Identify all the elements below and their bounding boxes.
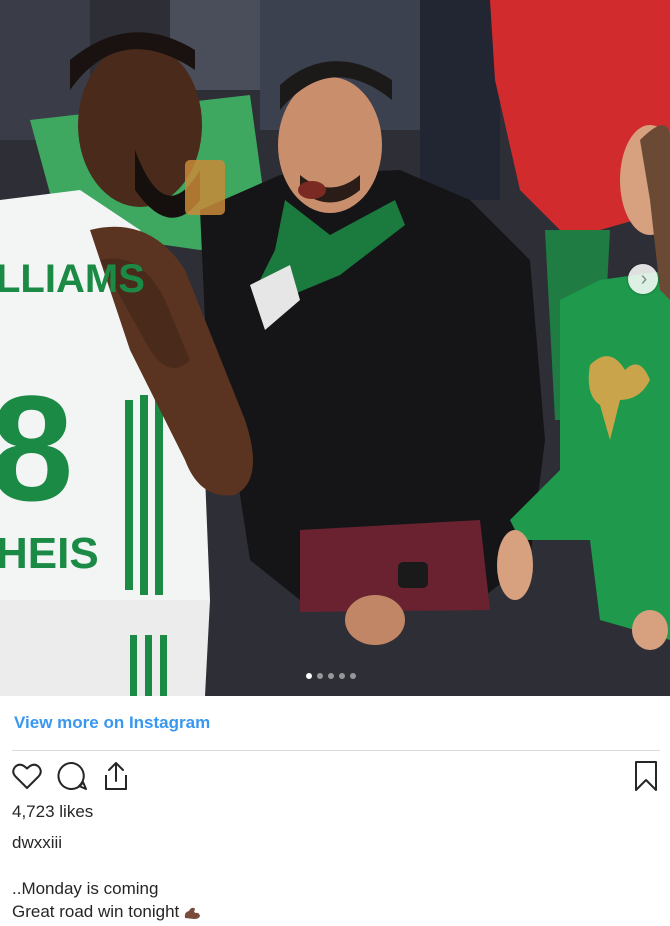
carousel-dot-5 bbox=[350, 673, 356, 679]
likes-count[interactable]: 4,723 likes bbox=[12, 802, 93, 822]
carousel-dot-2 bbox=[317, 673, 323, 679]
carousel-dot-1 bbox=[306, 673, 312, 679]
comment-button[interactable] bbox=[56, 760, 88, 792]
flexed-biceps-emoji-icon bbox=[185, 907, 201, 919]
post-photo[interactable]: LLIAMS 8 HEIS › bbox=[0, 0, 670, 696]
comment-bubble-icon bbox=[57, 761, 87, 790]
post-caption: ..Monday is coming Great road win tonigh… bbox=[12, 877, 201, 923]
carousel-next-button[interactable]: › bbox=[628, 264, 658, 294]
chevron-right-icon: › bbox=[640, 268, 648, 290]
heart-icon bbox=[12, 763, 42, 789]
jersey-name-top: LLIAMS bbox=[0, 257, 145, 301]
view-more-on-instagram-link[interactable]: View more on Instagram bbox=[14, 713, 210, 733]
caption-line-2: Great road win tonight bbox=[12, 900, 201, 923]
jersey-name-bottom: HEIS bbox=[0, 529, 99, 578]
post-username[interactable]: dwxxiii bbox=[12, 833, 62, 853]
carousel-dot-4 bbox=[339, 673, 345, 679]
share-icon bbox=[105, 762, 127, 790]
caption-line-1: ..Monday is coming bbox=[12, 879, 159, 898]
carousel-dot-3 bbox=[328, 673, 334, 679]
jersey-number: 8 bbox=[0, 364, 73, 532]
bookmark-icon bbox=[635, 761, 657, 791]
like-button[interactable] bbox=[11, 760, 43, 792]
carousel-indicator bbox=[306, 673, 356, 679]
caption-line-2-text: Great road win tonight bbox=[12, 902, 180, 921]
share-button[interactable] bbox=[100, 760, 132, 792]
divider bbox=[12, 750, 660, 751]
save-button[interactable] bbox=[630, 760, 662, 792]
photo-illustration: LLIAMS 8 HEIS bbox=[0, 0, 670, 696]
